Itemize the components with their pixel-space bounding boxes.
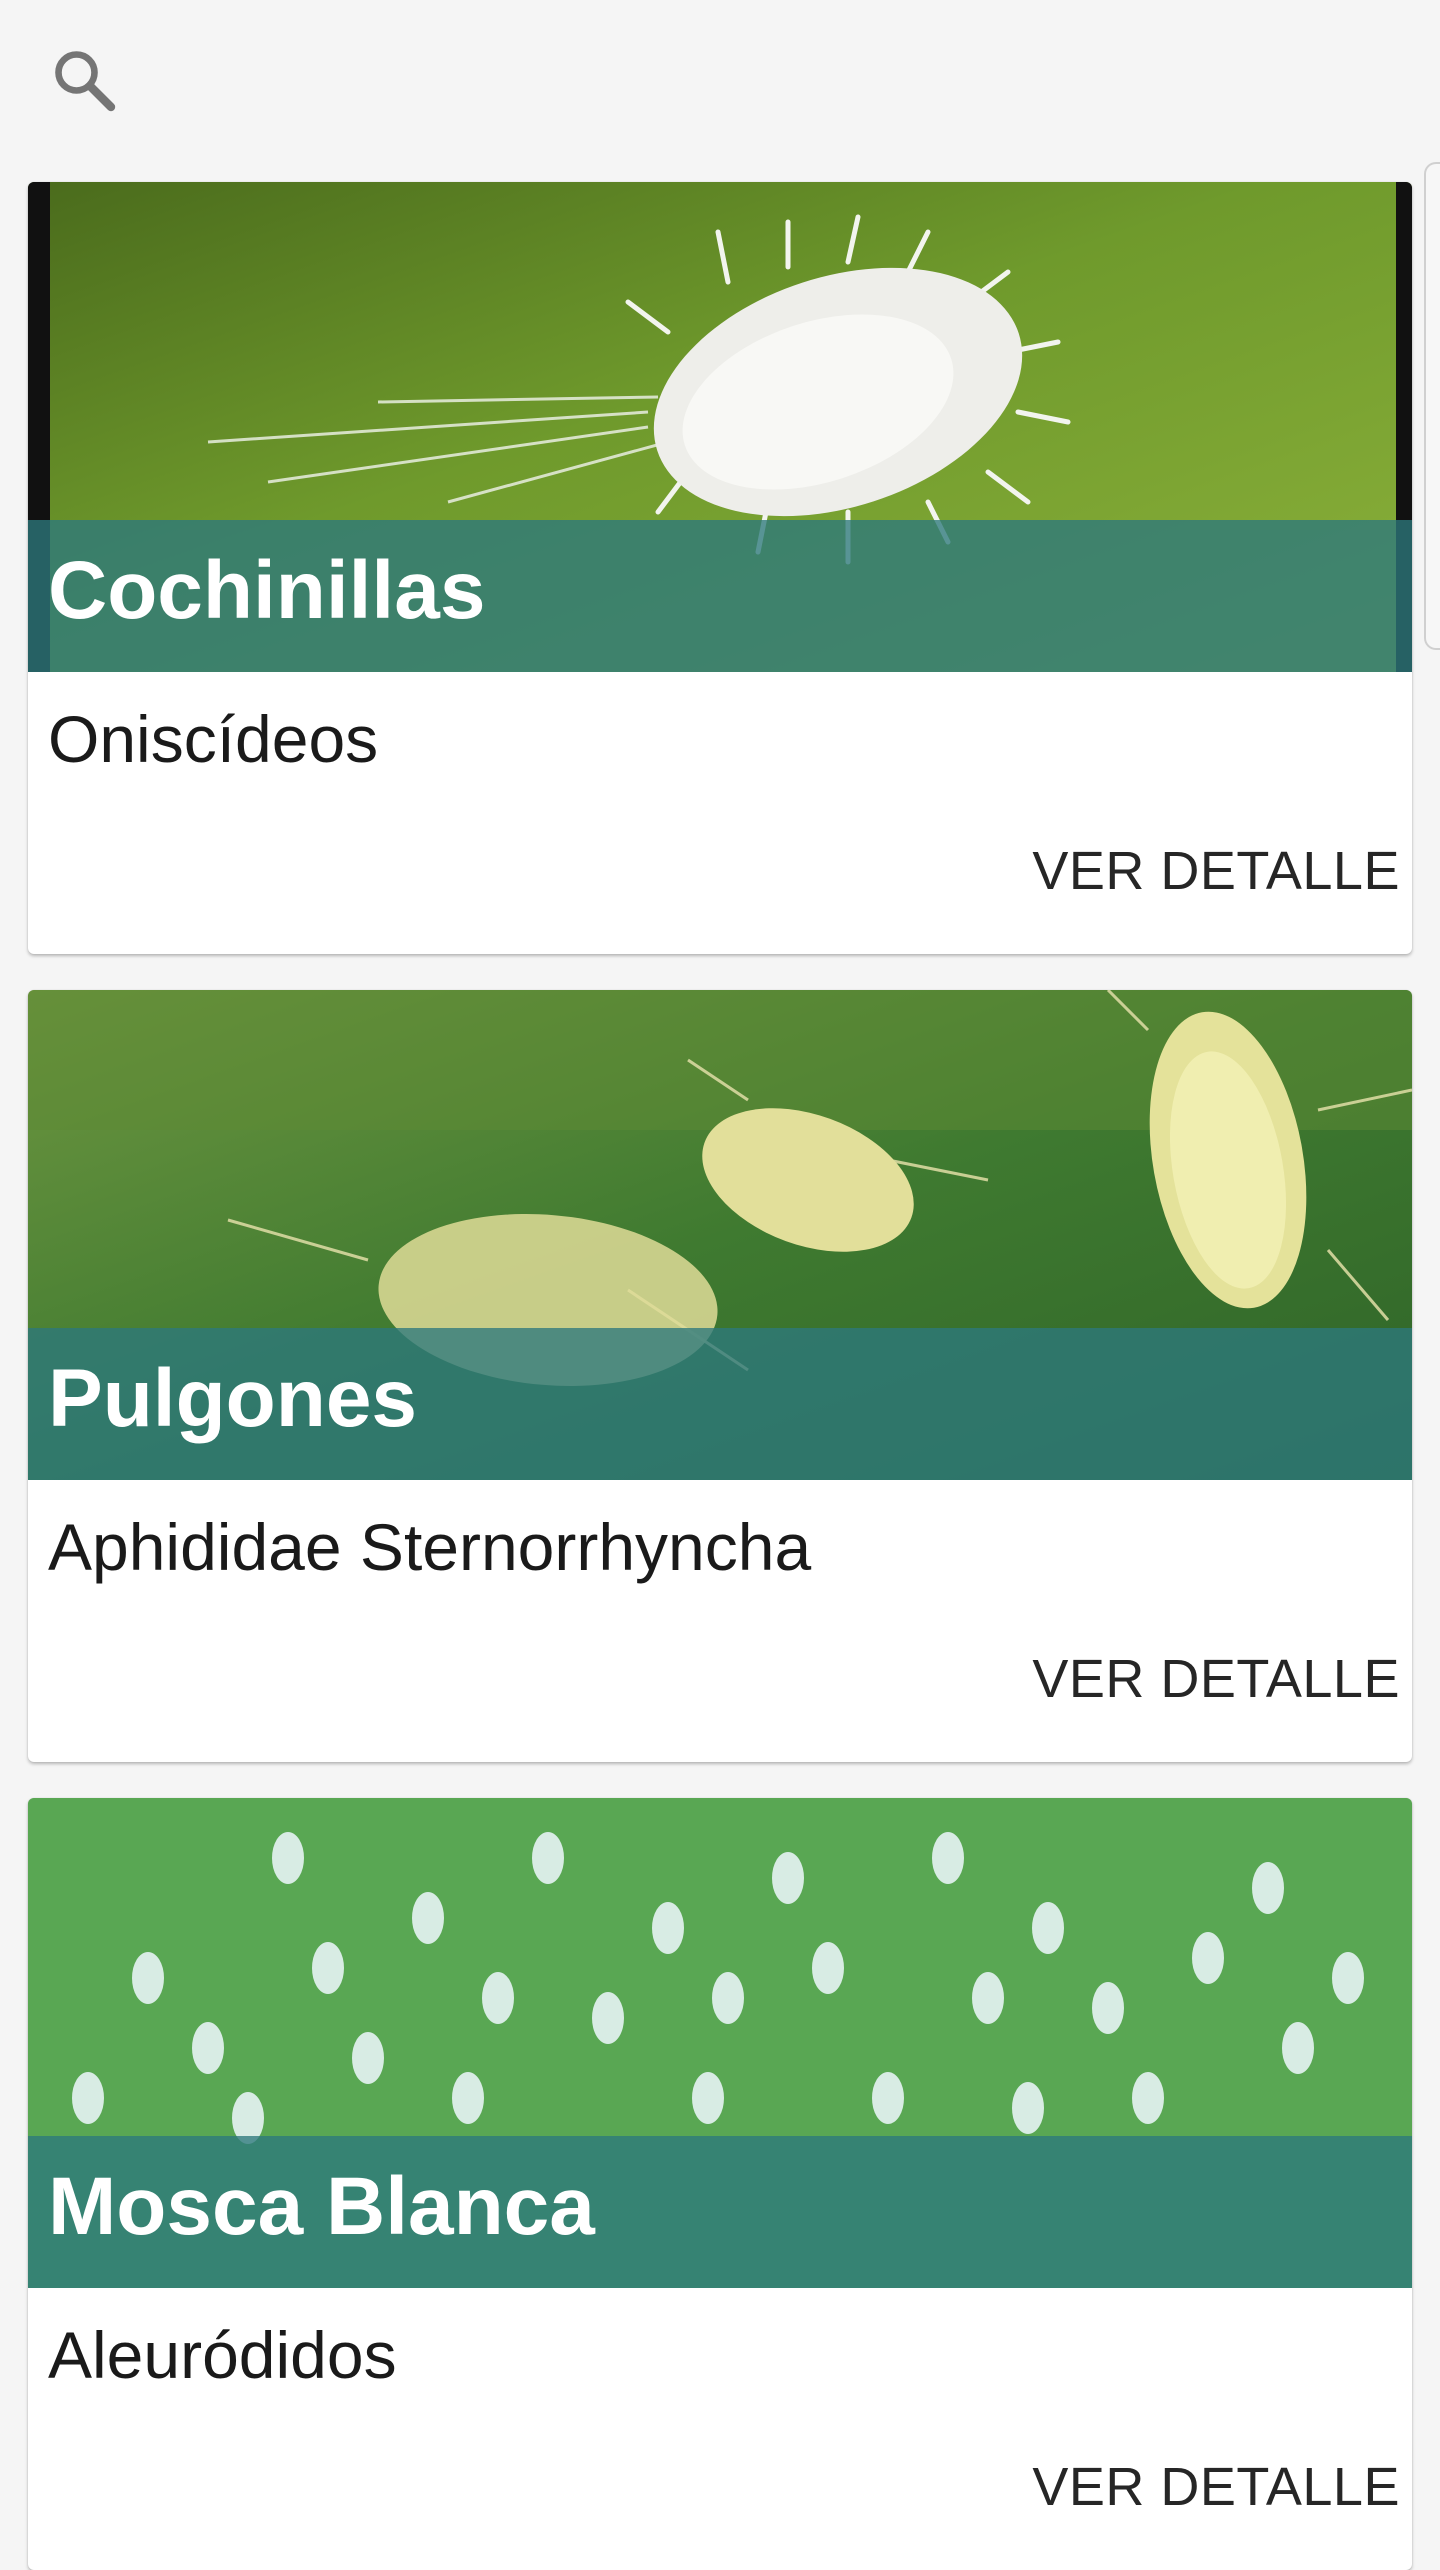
search-icon (55, 51, 116, 112)
ver-detalle-button[interactable]: VER DETALLE (1032, 1652, 1400, 1706)
search-bar (0, 0, 1440, 160)
card-cochinillas[interactable]: Cochinillas Oniscídeos VER DETALLE (28, 182, 1412, 954)
card-title: Cochinillas (48, 545, 486, 636)
ver-detalle-button[interactable]: VER DETALLE (1032, 2460, 1400, 2514)
card-mosca-blanca[interactable]: Mosca Blanca Aleuródidos VER DETALLE (28, 1798, 1412, 2570)
card-title: Pulgones (48, 1353, 418, 1444)
title-band: Cochinillas (28, 520, 1412, 672)
card-subtitle: Aphididae Sternorrhyncha (48, 1510, 812, 1584)
title-band: Mosca Blanca (28, 2136, 1412, 2288)
ver-detalle-button[interactable]: VER DETALLE (1032, 844, 1400, 898)
card-pulgones[interactable]: Pulgones Aphididae Sternorrhyncha VER DE… (28, 990, 1412, 1762)
card-subtitle: Oniscídeos (48, 702, 379, 776)
adjacent-panel-edge[interactable] (1424, 162, 1440, 650)
card-title: Mosca Blanca (48, 2161, 595, 2252)
card-subtitle: Aleuródidos (48, 2318, 397, 2392)
search-button[interactable] (44, 40, 124, 120)
title-band: Pulgones (28, 1328, 1412, 1480)
